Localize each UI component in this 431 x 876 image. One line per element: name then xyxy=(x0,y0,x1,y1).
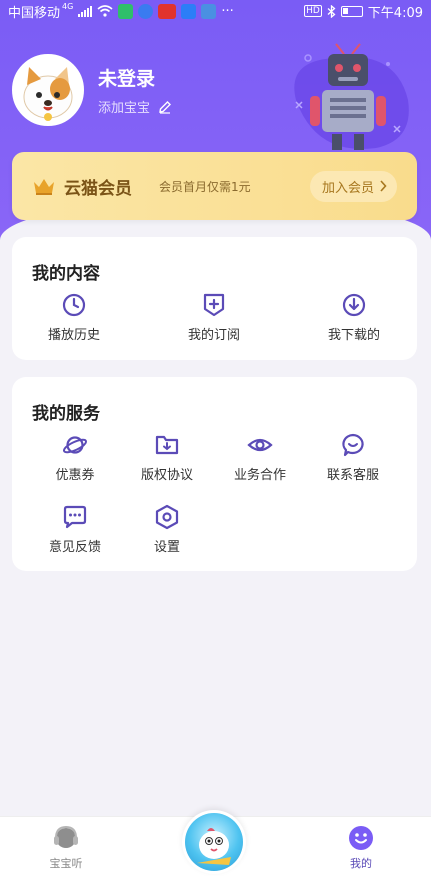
my-downloads-label: 我下载的 xyxy=(327,328,380,343)
my-services-title: 我的服务 xyxy=(32,404,100,424)
add-baby-link[interactable]: 添加宝宝 xyxy=(98,97,172,116)
vip-description: 会员首月仅需1元 xyxy=(159,179,251,194)
nav-tab-mine[interactable]: 我的 xyxy=(321,824,401,871)
smile-icon xyxy=(349,826,373,850)
eye-icon xyxy=(247,438,273,452)
feedback-label: 意见反馈 xyxy=(48,540,101,555)
app-notification-icon xyxy=(201,3,217,19)
coupons-item[interactable]: 优惠券 xyxy=(25,432,125,483)
join-vip-button[interactable]: 加入会员 xyxy=(309,170,397,202)
app-notification-icon xyxy=(158,3,177,19)
customer-service-icon xyxy=(342,433,364,457)
my-content-title: 我的内容 xyxy=(32,264,100,284)
time-label: 下午4:09 xyxy=(367,5,423,21)
customer-service-item[interactable]: 联系客服 xyxy=(303,432,403,483)
network-label: 4G xyxy=(62,1,74,11)
battery-icon xyxy=(340,5,363,17)
my-subscriptions-label: 我的订阅 xyxy=(187,328,240,343)
customer-service-label: 联系客服 xyxy=(326,468,379,483)
nav-label-mine: 我的 xyxy=(350,857,372,870)
carrier-label: 中国移动 xyxy=(8,5,61,21)
add-baby-label: 添加宝宝 xyxy=(98,101,151,116)
chat-bubble-icon xyxy=(63,505,87,529)
feedback-item[interactable]: 意见反馈 xyxy=(25,504,125,555)
copyright-agreement-item[interactable]: 版权协议 xyxy=(117,432,217,483)
vip-title: 云猫会员 xyxy=(64,178,132,199)
play-history-label: 播放历史 xyxy=(47,328,100,343)
settings-icon xyxy=(155,504,179,530)
play-mascot-icon xyxy=(185,813,243,871)
copyright-agreement-label: 版权协议 xyxy=(140,468,193,483)
pencil-icon[interactable] xyxy=(158,100,172,114)
download-icon xyxy=(342,293,366,317)
play-history-item[interactable]: 播放历史 xyxy=(24,292,124,343)
bluetooth-icon xyxy=(327,4,336,18)
coupons-label: 优惠券 xyxy=(55,468,95,483)
clock-icon xyxy=(62,293,86,317)
business-cooperation-label: 业务合作 xyxy=(233,468,286,483)
my-subscriptions-item[interactable]: 我的订阅 xyxy=(164,292,264,343)
nav-tab-baby-listen[interactable]: 宝宝听 xyxy=(26,824,106,871)
app-notification-icon xyxy=(181,3,197,19)
center-play-button[interactable] xyxy=(182,810,246,874)
vip-banner[interactable]: 云猫会员 会员首月仅需1元 加入会员 xyxy=(12,152,417,220)
my-services-card: 我的服务 优惠券 版权协议 业务合作 联系客服 意见反馈 设置 xyxy=(12,377,417,571)
chevron-right-icon xyxy=(380,180,387,192)
username[interactable]: 未登录 xyxy=(98,64,155,91)
more-notifications: ··· xyxy=(221,3,234,19)
signal-icon xyxy=(78,5,93,17)
folder-download-icon xyxy=(155,435,179,455)
settings-label: 设置 xyxy=(153,540,180,555)
business-cooperation-item[interactable]: 业务合作 xyxy=(210,432,310,483)
my-downloads-item[interactable]: 我下载的 xyxy=(304,292,404,343)
cat-avatar-icon xyxy=(23,67,73,121)
app-notification-icon xyxy=(138,3,154,19)
wifi-icon xyxy=(97,5,113,17)
app-notification-icon xyxy=(118,3,134,19)
subscribe-icon xyxy=(203,293,225,317)
avatar[interactable] xyxy=(12,54,84,126)
robot-illustration xyxy=(294,43,409,150)
settings-item[interactable]: 设置 xyxy=(117,504,217,555)
crown-icon xyxy=(34,179,54,195)
my-content-card: 我的内容 播放历史 我的订阅 我下载的 xyxy=(12,237,417,360)
hd-badge: HD xyxy=(304,5,322,17)
planet-icon xyxy=(62,436,88,454)
status-bar: 中国移动 4G ··· HD 下午4:09 xyxy=(0,0,431,22)
join-vip-label: 加入会员 xyxy=(321,180,374,196)
headphones-icon xyxy=(54,825,78,848)
nav-label-baby-listen: 宝宝听 xyxy=(49,857,83,870)
